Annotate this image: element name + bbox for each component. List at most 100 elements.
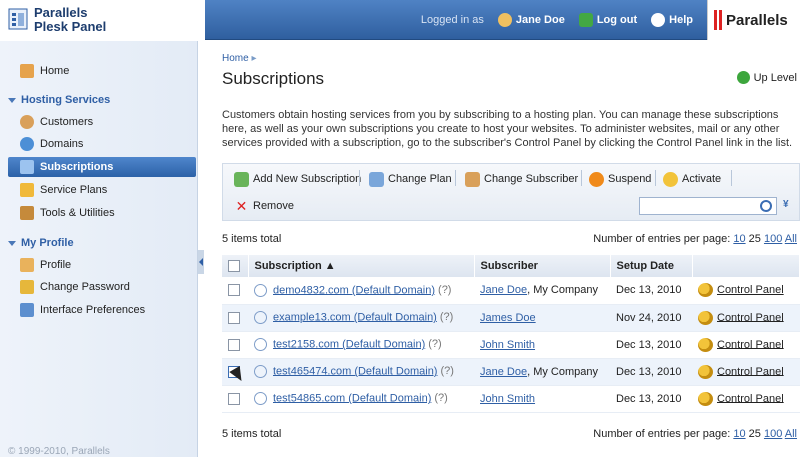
sidebar-item-domains[interactable]: Domains bbox=[0, 134, 198, 154]
column-header-subscription[interactable]: Subscription ▲ bbox=[248, 255, 475, 277]
subscription-link[interactable]: example13.com (Default Domain) bbox=[273, 311, 437, 323]
sidebar-item-label: Tools & Utilities bbox=[40, 207, 115, 219]
search-input[interactable] bbox=[639, 197, 777, 215]
select-all-checkbox[interactable] bbox=[228, 260, 240, 273]
subscription-link[interactable]: test2158.com (Default Domain) bbox=[273, 338, 425, 350]
control-panel-link[interactable]: Control Panel bbox=[717, 365, 784, 377]
sidebar-section-hosting[interactable]: Hosting Services bbox=[0, 90, 198, 110]
control-panel-link[interactable]: Control Panel bbox=[717, 284, 784, 296]
subscription-link[interactable]: test54865.com (Default Domain) bbox=[273, 392, 431, 404]
sidebar: Home Hosting Services Customers Domains … bbox=[0, 41, 198, 457]
row-checkbox[interactable] bbox=[228, 284, 240, 297]
search-icon[interactable] bbox=[760, 200, 772, 212]
per-page-all-link[interactable]: All bbox=[785, 428, 797, 440]
subscriber-link[interactable]: Jane Doe bbox=[480, 284, 527, 296]
setup-date: Dec 13, 2010 bbox=[610, 331, 692, 359]
setup-date: Dec 13, 2010 bbox=[610, 358, 692, 386]
up-level-link[interactable]: Up Level bbox=[736, 71, 797, 84]
toolbar-divider bbox=[359, 170, 360, 186]
logout-link[interactable]: Log out bbox=[578, 13, 638, 27]
column-header-setup-date[interactable]: Setup Date bbox=[610, 255, 693, 277]
header-right: Logged in as Jane Doe Log out Help Paral… bbox=[421, 0, 800, 40]
row-checkbox[interactable] bbox=[228, 338, 240, 351]
sidebar-item-tools[interactable]: Tools & Utilities bbox=[0, 203, 198, 223]
sidebar-item-label: Customers bbox=[40, 116, 94, 128]
setup-date: Dec 13, 2010 bbox=[610, 385, 692, 413]
expand-search-icon[interactable]: ¥ bbox=[783, 199, 789, 210]
toolbar-divider bbox=[655, 170, 656, 186]
sidebar-item-subscriptions[interactable]: Subscriptions bbox=[8, 157, 196, 177]
suspend-button[interactable]: Suspend bbox=[589, 167, 651, 191]
logout-label: Log out bbox=[596, 14, 638, 26]
help-hint[interactable]: (?) bbox=[440, 311, 453, 323]
help-hint[interactable]: (?) bbox=[440, 365, 453, 377]
subscriber-link[interactable]: Jane Doe bbox=[480, 366, 527, 378]
table-body: demo4832.com (Default Domain) (?) Jane Do… bbox=[222, 277, 800, 413]
brand-area: Parallels Plesk Panel bbox=[0, 0, 205, 40]
subscriber-link[interactable]: John Smith bbox=[480, 339, 535, 351]
activate-button[interactable]: Activate bbox=[663, 167, 721, 191]
brand-line-2: Plesk Panel bbox=[34, 19, 107, 34]
per-page-100-link[interactable]: 100 bbox=[764, 428, 782, 440]
sidebar-item-customers[interactable]: Customers bbox=[0, 112, 198, 132]
toolbar-divider bbox=[581, 170, 582, 186]
profile-icon bbox=[20, 258, 34, 272]
row-checkbox[interactable] bbox=[228, 311, 240, 324]
sidebar-item-interface-preferences[interactable]: Interface Preferences bbox=[0, 300, 198, 320]
table-header-row: Subscription ▲ Subscriber Setup Date bbox=[222, 255, 800, 277]
per-page-100-link[interactable]: 100 bbox=[764, 233, 782, 245]
logout-icon bbox=[578, 13, 593, 27]
sidebar-collapse-handle[interactable] bbox=[198, 250, 204, 274]
help-link[interactable]: Help bbox=[651, 13, 693, 27]
parallels-logo-text: Parallels bbox=[726, 11, 788, 29]
help-icon bbox=[651, 13, 666, 27]
button-label: Change Plan bbox=[388, 173, 452, 185]
control-panel-link[interactable]: Control Panel bbox=[717, 338, 784, 350]
breadcrumb[interactable]: Home bbox=[222, 53, 257, 64]
per-page-25-current: 25 bbox=[748, 233, 761, 245]
collapse-triangle-icon bbox=[8, 97, 16, 103]
per-page-10-link[interactable]: 10 bbox=[733, 428, 745, 440]
subscriber-link[interactable]: John Smith bbox=[480, 393, 535, 405]
suspend-icon bbox=[589, 171, 604, 187]
user-link[interactable]: Jane Doe bbox=[497, 13, 565, 27]
help-hint[interactable]: (?) bbox=[428, 338, 441, 350]
subscriber-link[interactable]: James Doe bbox=[480, 312, 536, 324]
domains-icon bbox=[20, 137, 34, 151]
change-plan-button[interactable]: Change Plan bbox=[369, 167, 452, 191]
sidebar-item-profile[interactable]: Profile bbox=[0, 255, 198, 275]
sidebar-item-label: Domains bbox=[40, 138, 84, 150]
table-row: test54865.com (Default Domain) (?) John S… bbox=[222, 385, 800, 413]
setup-date: Dec 13, 2010 bbox=[610, 277, 692, 305]
control-panel-icon bbox=[698, 283, 713, 298]
change-subscriber-button[interactable]: Change Subscriber bbox=[465, 167, 578, 191]
row-checkbox[interactable] bbox=[228, 392, 240, 405]
sidebar-item-change-password[interactable]: Change Password bbox=[0, 277, 198, 297]
button-label: Suspend bbox=[608, 173, 652, 185]
add-subscription-icon bbox=[234, 171, 249, 187]
up-arrow-icon bbox=[736, 71, 750, 84]
per-page-all-link[interactable]: All bbox=[785, 233, 797, 245]
per-page-10-link[interactable]: 10 bbox=[733, 233, 745, 245]
help-hint[interactable]: (?) bbox=[434, 392, 447, 404]
control-panel-link[interactable]: Control Panel bbox=[717, 311, 784, 323]
sidebar-section-profile[interactable]: My Profile bbox=[0, 233, 198, 253]
subscription-link[interactable]: demo4832.com (Default Domain) bbox=[273, 284, 435, 296]
control-panel-icon bbox=[698, 337, 713, 352]
column-header-subscriber[interactable]: Subscriber bbox=[474, 255, 611, 277]
control-panel-link[interactable]: Control Panel bbox=[717, 392, 784, 404]
help-hint[interactable]: (?) bbox=[438, 284, 451, 296]
sidebar-item-label: Subscriptions bbox=[40, 161, 114, 173]
per-page-25-current: 25 bbox=[748, 428, 761, 440]
parallels-bars-icon bbox=[714, 10, 722, 30]
entries-per-page-bottom: Number of entries per page: 10 25 100 Al… bbox=[593, 428, 797, 440]
sidebar-item-home[interactable]: Home bbox=[0, 61, 198, 81]
add-subscription-button[interactable]: Add New Subscription bbox=[234, 167, 361, 191]
sidebar-item-service-plans[interactable]: Service Plans bbox=[0, 180, 198, 200]
help-label: Help bbox=[669, 14, 693, 26]
plesk-logo-icon bbox=[8, 8, 28, 30]
subscription-link[interactable]: test465474.com (Default Domain) bbox=[273, 365, 437, 377]
remove-button[interactable]: ✕ Remove bbox=[234, 194, 294, 218]
button-label: Add New Subscription bbox=[253, 173, 362, 185]
sidebar-item-label: Service Plans bbox=[40, 184, 108, 196]
